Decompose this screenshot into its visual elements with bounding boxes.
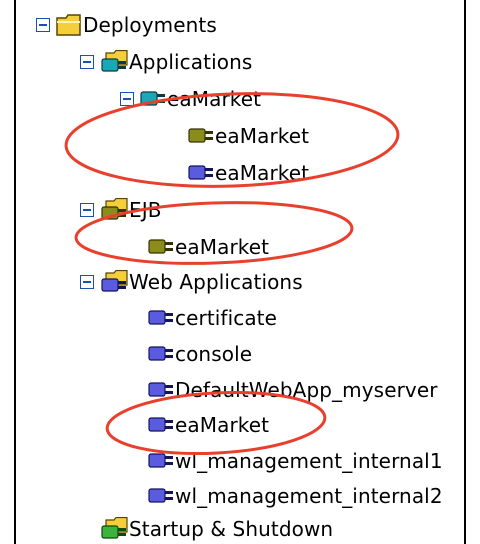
tree-label: eaMarket [215,161,310,185]
web-module-icon [148,346,173,361]
application-module-icon [140,91,165,106]
tree-label: wl_management_internal2 [175,484,443,508]
tree-node-web-applications[interactable]: Web Applications [80,267,303,297]
tree-label: Startup & Shutdown [129,517,334,541]
tree-label: Applications [129,50,253,74]
web-module-icon [148,453,173,468]
collapse-app-eamarket-toggle[interactable] [120,92,134,106]
tree-label: eaMarket [215,124,310,148]
collapse-web-applications-toggle[interactable] [80,275,94,289]
tree-node-deployments[interactable]: Deployments [36,10,217,40]
tree-label: eaMarket [175,235,270,259]
navigation-tree: Deployments Applications eaMarket eaMark… [14,0,466,544]
web-folder-icon [101,270,128,292]
tree-node-web-default[interactable]: DefaultWebApp_myserver [148,375,438,405]
web-module-icon [188,165,213,180]
ejb-module-icon [188,128,213,143]
tree-node-web-wl2[interactable]: wl_management_internal2 [148,481,443,511]
tree-node-web-certificate[interactable]: certificate [148,303,277,333]
ejb-module-icon [148,239,173,254]
tree-label: EJB [129,198,162,222]
tree-label: certificate [175,306,278,330]
tree-node-ejb[interactable]: EJB [80,195,162,225]
web-module-icon [148,382,173,397]
application-folder-icon [101,50,128,72]
tree-label: eaMarket [167,87,262,111]
tree-node-ejb-eamarket[interactable]: eaMarket [148,232,269,262]
tree-label: Web Applications [129,270,303,294]
web-module-icon [148,417,173,432]
collapse-ejb-toggle[interactable] [80,203,94,217]
tree-label: eaMarket [175,413,270,437]
tree-node-web-console[interactable]: console [148,339,252,369]
folder-icon [56,14,81,36]
ejb-folder-icon [101,198,128,220]
collapse-applications-toggle[interactable] [80,55,94,69]
tree-node-app-eamarket[interactable]: eaMarket [120,84,261,114]
startup-folder-icon [101,517,128,539]
tree-node-app-eamarket-ejb[interactable]: eaMarket [188,121,309,151]
tree-node-web-eamarket[interactable]: eaMarket [148,410,269,440]
tree-node-app-eamarket-web[interactable]: eaMarket [188,158,309,188]
tree-label: wl_management_internal1 [175,449,443,473]
tree-label: DefaultWebApp_myserver [175,378,438,402]
tree-label: Deployments [83,13,217,37]
tree-node-startup-shutdown[interactable]: Startup & Shutdown [100,514,333,544]
tree-node-applications[interactable]: Applications [80,47,252,77]
collapse-deployments-toggle[interactable] [36,18,50,32]
web-module-icon [148,310,173,325]
tree-label: console [175,342,253,366]
web-module-icon [148,488,173,503]
tree-node-web-wl1[interactable]: wl_management_internal1 [148,446,443,476]
